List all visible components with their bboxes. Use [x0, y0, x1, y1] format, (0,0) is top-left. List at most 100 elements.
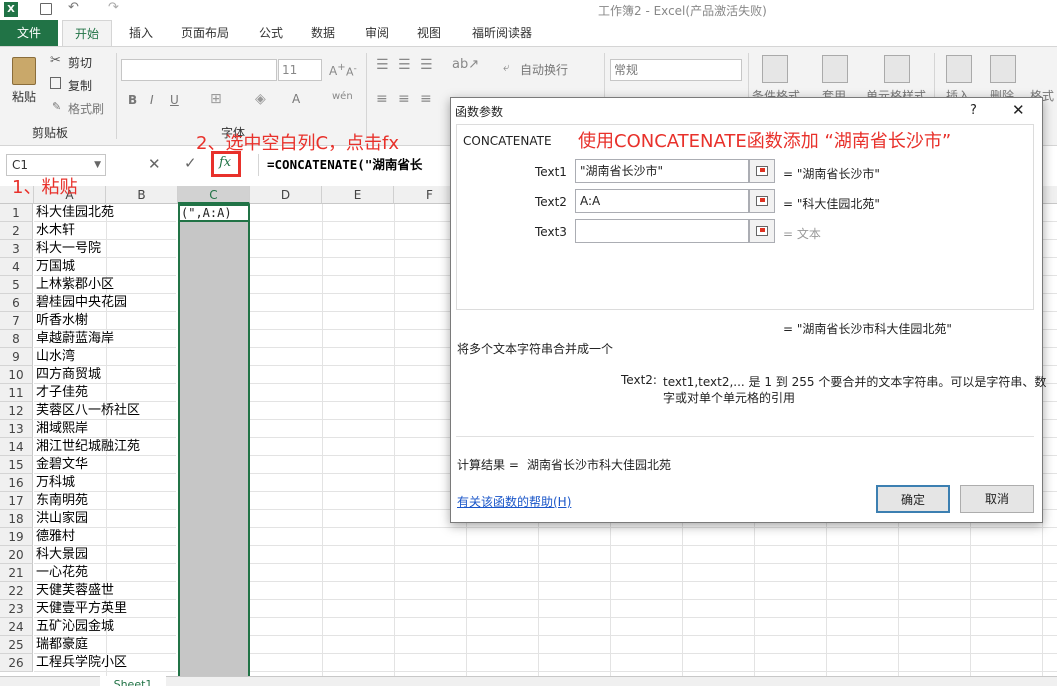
column-header-b[interactable]: B — [106, 186, 178, 204]
row-header[interactable]: 6 — [0, 294, 33, 312]
border-icon[interactable]: ⊞ — [210, 91, 222, 107]
cell-a[interactable]: 四方商贸城 — [34, 366, 176, 384]
number-format-combo[interactable]: 常规 — [610, 59, 742, 81]
format-painter-button[interactable]: 格式刷 — [68, 100, 104, 117]
font-size-combo[interactable]: 11 — [278, 59, 322, 81]
cell-a[interactable]: 德雅村 — [34, 528, 176, 546]
collapse-ref-icon[interactable] — [749, 219, 775, 243]
column-header-c[interactable]: C — [178, 186, 250, 204]
cell-a[interactable]: 湘江世纪城融江苑 — [34, 438, 176, 456]
formula-input[interactable]: =CONCATENATE("湖南省长 — [258, 154, 458, 176]
align-right-icon[interactable]: ≡ — [420, 91, 432, 107]
orientation-icon[interactable]: ab↗ — [452, 57, 479, 72]
cell-c1[interactable]: (",A:A) — [178, 204, 250, 222]
tab-foxit[interactable]: 福昕阅读器 — [462, 20, 542, 46]
cell-a[interactable]: 芙蓉区八一桥社区 — [34, 402, 176, 420]
row-header[interactable]: 1 — [0, 204, 33, 222]
align-left-icon[interactable]: ≡ — [376, 91, 388, 107]
insert-cells-icon[interactable] — [946, 55, 972, 83]
cell-a[interactable]: 瑞都豪庭 — [34, 636, 176, 654]
italic-icon[interactable]: I — [150, 93, 154, 107]
table-format-icon[interactable] — [822, 55, 848, 83]
wrap-text-button[interactable]: 自动换行 — [520, 61, 568, 78]
ok-button[interactable]: 确定 — [876, 485, 950, 513]
chevron-down-icon[interactable]: ▼ — [94, 155, 101, 175]
cell-a[interactable]: 才子佳苑 — [34, 384, 176, 402]
function-help-link[interactable]: 有关该函数的帮助(H) — [457, 493, 571, 510]
cut-icon[interactable]: ✂ — [50, 53, 61, 68]
delete-cells-icon[interactable] — [990, 55, 1016, 83]
row-header[interactable]: 2 — [0, 222, 33, 240]
tab-formulas[interactable]: 公式 — [248, 20, 294, 46]
row-header[interactable]: 16 — [0, 474, 33, 492]
tab-page-layout[interactable]: 页面布局 — [170, 20, 240, 46]
align-top-icon[interactable]: ☰ — [376, 57, 389, 73]
row-header[interactable]: 21 — [0, 564, 33, 582]
phonetic-icon[interactable]: wén — [332, 91, 353, 102]
tab-insert[interactable]: 插入 — [118, 20, 164, 46]
cell-a[interactable]: 天健芙蓉盛世 — [34, 582, 176, 600]
row-header[interactable]: 19 — [0, 528, 33, 546]
cell-a[interactable]: 水木轩 — [34, 222, 176, 240]
format-painter-icon[interactable]: ✎ — [52, 100, 61, 113]
row-header[interactable]: 10 — [0, 366, 33, 384]
cell-a[interactable]: 万国城 — [34, 258, 176, 276]
paste-button[interactable]: 粘贴 — [12, 88, 36, 105]
row-header[interactable]: 11 — [0, 384, 33, 402]
wrap-text-icon[interactable]: ⤶ — [503, 60, 510, 75]
column-c-selection[interactable] — [178, 204, 250, 686]
row-header[interactable]: 22 — [0, 582, 33, 600]
bold-icon[interactable]: B — [128, 93, 137, 107]
cell-a[interactable]: 洪山家园 — [34, 510, 176, 528]
cell-a[interactable]: 科大佳园北苑 — [34, 204, 176, 222]
conditional-format-icon[interactable] — [762, 55, 788, 83]
save-icon[interactable] — [40, 3, 52, 15]
fill-color-icon[interactable]: ◈ — [255, 91, 266, 107]
paste-icon[interactable] — [12, 57, 36, 85]
copy-icon[interactable] — [50, 77, 61, 89]
align-middle-icon[interactable]: ☰ — [398, 57, 411, 73]
close-icon[interactable]: ✕ — [1012, 101, 1025, 119]
tab-review[interactable]: 审阅 — [354, 20, 400, 46]
cell-a[interactable]: 科大一号院 — [34, 240, 176, 258]
grow-font-icon[interactable]: A+ — [329, 62, 346, 78]
row-header[interactable]: 4 — [0, 258, 33, 276]
row-header[interactable]: 12 — [0, 402, 33, 420]
cell-a[interactable]: 听香水榭 — [34, 312, 176, 330]
row-header[interactable]: 26 — [0, 654, 33, 672]
sheet-tab[interactable]: Sheet1 — [100, 676, 166, 686]
copy-button[interactable]: 复制 — [68, 77, 92, 94]
cell-a[interactable]: 山水湾 — [34, 348, 176, 366]
row-header[interactable]: 13 — [0, 420, 33, 438]
collapse-ref-icon[interactable] — [749, 159, 775, 183]
cell-a[interactable]: 卓越蔚蓝海岸 — [34, 330, 176, 348]
tab-home[interactable]: 开始 — [62, 20, 112, 47]
row-header[interactable]: 18 — [0, 510, 33, 528]
text1-input[interactable]: "湖南省长沙市" — [575, 159, 749, 183]
align-bottom-icon[interactable]: ☰ — [420, 57, 433, 73]
cell-a[interactable]: 碧桂园中央花园 — [34, 294, 176, 312]
row-header[interactable]: 7 — [0, 312, 33, 330]
text2-input[interactable]: A:A — [575, 189, 749, 213]
row-header[interactable]: 15 — [0, 456, 33, 474]
cell-a[interactable]: 一心花苑 — [34, 564, 176, 582]
align-center-icon[interactable]: ≡ — [398, 91, 410, 107]
row-header[interactable]: 25 — [0, 636, 33, 654]
row-header[interactable]: 20 — [0, 546, 33, 564]
tab-file[interactable]: 文件 — [0, 20, 58, 46]
cancel-button[interactable]: 取消 — [960, 485, 1034, 513]
cell-a[interactable]: 金碧文华 — [34, 456, 176, 474]
cell-a[interactable]: 上林紫郡小区 — [34, 276, 176, 294]
cell-a[interactable]: 万科城 — [34, 474, 176, 492]
cell-a[interactable]: 科大景园 — [34, 546, 176, 564]
enter-formula-icon[interactable]: ✓ — [184, 154, 197, 172]
cell-a[interactable]: 五矿沁园金城 — [34, 618, 176, 636]
row-header[interactable]: 8 — [0, 330, 33, 348]
cell-style-icon[interactable] — [884, 55, 910, 83]
cut-button[interactable]: 剪切 — [68, 54, 92, 71]
shrink-font-icon[interactable]: A- — [346, 63, 357, 79]
row-header[interactable]: 9 — [0, 348, 33, 366]
font-color-icon[interactable]: A — [292, 92, 300, 106]
tab-data[interactable]: 数据 — [300, 20, 346, 46]
collapse-ref-icon[interactable] — [749, 189, 775, 213]
